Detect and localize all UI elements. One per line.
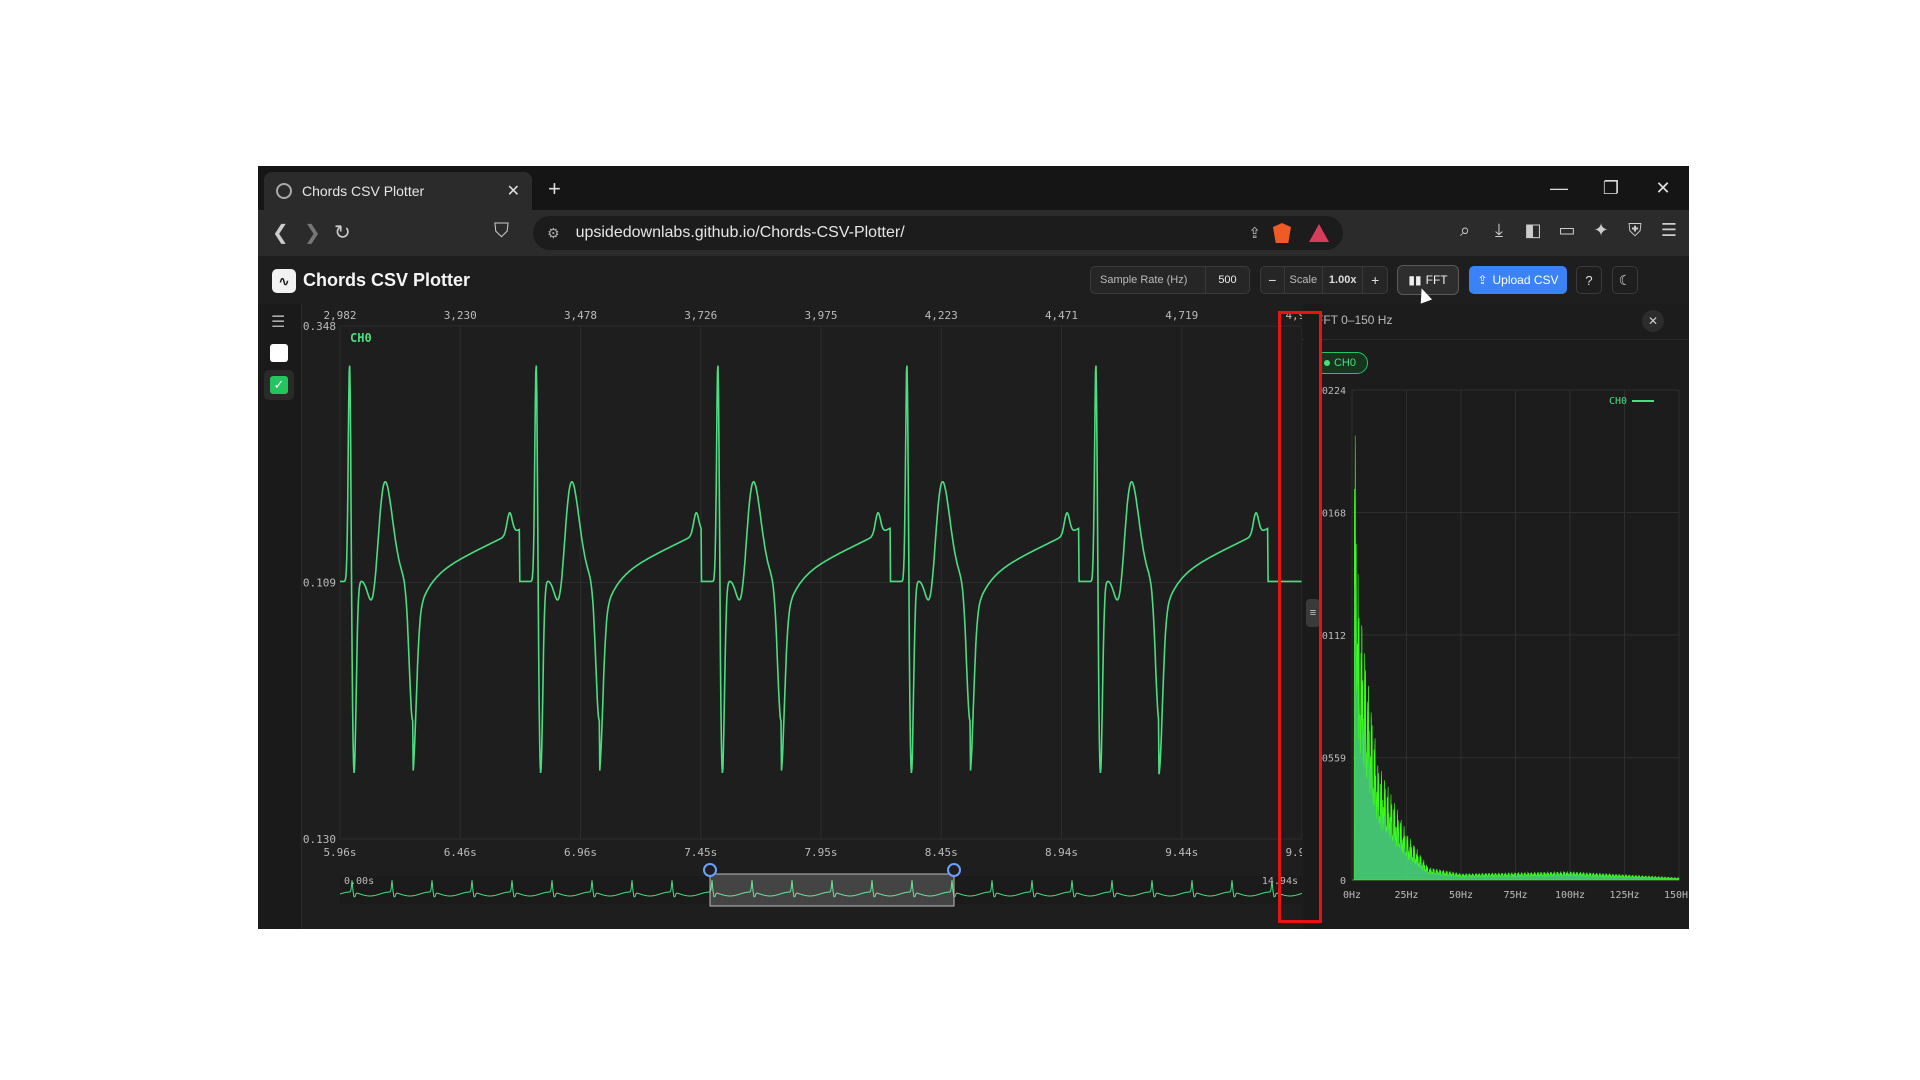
sidebar-icon[interactable]: ◧	[1523, 220, 1543, 241]
bookmark-icon[interactable]: ⛉	[494, 220, 509, 243]
tab-strip: Chords CSV Plotter ✕ + — ❐ ✕	[258, 166, 1689, 210]
y-tick-label: -0.130	[302, 833, 336, 846]
channel-dot-icon	[1323, 360, 1330, 366]
navigation-bar: ❮ ❯ ↻ ⛉ ⚙ upsidedownlabs.github.io/Chord…	[258, 210, 1689, 256]
address-bar[interactable]: ⚙ upsidedownlabs.github.io/Chords-CSV-Pl…	[533, 216, 1343, 250]
share-icon[interactable]: ⇪	[1248, 224, 1261, 242]
scale-label: Scale	[1289, 274, 1318, 286]
x-tick-label: 7.45s	[684, 846, 717, 859]
app-header: ∿ Chords CSV Plotter Sample Rate (Hz) 50…	[258, 256, 1689, 304]
fft-channel-chip-label: CH0	[1333, 357, 1356, 369]
scale-increase-button[interactable]: +	[1363, 267, 1387, 293]
fft-legend-label: CH0	[1609, 396, 1627, 407]
new-tab-button[interactable]: +	[548, 176, 561, 202]
sample-tick-label: 3,230	[444, 309, 477, 322]
back-icon[interactable]: ❮	[272, 220, 289, 245]
sample-tick-label: 4,471	[1045, 309, 1078, 322]
x-tick-label: 6.96s	[564, 846, 597, 859]
channel-checkbox-unchecked[interactable]	[270, 344, 288, 362]
channel-sidebar: ☰ ✓	[258, 304, 302, 929]
browser-tab[interactable]: Chords CSV Plotter ✕	[264, 172, 532, 210]
leo-icon[interactable]: ✦	[1591, 220, 1611, 241]
x-tick-label: 6.46s	[444, 846, 477, 859]
app-logo-icon: ∿	[272, 269, 296, 293]
wallet-icon[interactable]: ▭	[1557, 220, 1577, 241]
url-text[interactable]: upsidedownlabs.github.io/Chords-CSV-Plot…	[576, 224, 1249, 242]
x-tick-label: 8.45s	[925, 846, 958, 859]
sample-tick-label: 4,223	[925, 309, 958, 322]
y-tick-label: 0.348	[303, 320, 336, 333]
highlight-box	[1278, 311, 1322, 923]
sample-tick-label: 3,726	[684, 309, 717, 322]
close-window-icon[interactable]: ✕	[1637, 166, 1689, 210]
restore-icon[interactable]: ❐	[1585, 166, 1637, 210]
tab-title: Chords CSV Plotter	[302, 183, 425, 199]
vpn-icon[interactable]: ⛨	[1625, 220, 1645, 241]
range-handle-right	[947, 863, 961, 877]
x-tick-label: 9.44s	[1165, 846, 1198, 859]
sample-rate-input[interactable]: 500	[1205, 267, 1249, 293]
browser-toolbar: ⌕ ⤓ ◧ ▭ ✦ ⛨ ☰	[1455, 220, 1679, 241]
fft-y-tick-label: 0	[1340, 876, 1346, 887]
moon-icon[interactable]: ☾	[1612, 266, 1638, 294]
window-controls: — ❐ ✕	[1533, 166, 1689, 210]
sample-rate-control: Sample Rate (Hz) 500	[1090, 266, 1250, 294]
overview-selection	[709, 873, 955, 907]
fft-button-label: FFT	[1425, 273, 1448, 287]
upload-icon: ⇪	[1477, 273, 1488, 287]
upload-csv-button[interactable]: ⇪ Upload CSV	[1469, 266, 1567, 294]
scale-control: − Scale 1.00x +	[1260, 266, 1388, 294]
fft-x-tick-label: 75Hz	[1503, 890, 1527, 901]
overview-start-label: 0.00s	[344, 876, 374, 887]
search-tab-icon[interactable]: ⌕	[1455, 220, 1475, 241]
close-tab-icon[interactable]: ✕	[507, 181, 520, 201]
help-button[interactable]: ?	[1576, 266, 1602, 294]
list-icon[interactable]: ☰	[271, 312, 285, 332]
sample-tick-label: 4,719	[1165, 309, 1198, 322]
brave-shields-icon[interactable]	[1273, 223, 1291, 243]
x-tick-label: 8.94s	[1045, 846, 1078, 859]
upload-csv-label: Upload CSV	[1492, 273, 1559, 287]
fft-divider	[1302, 339, 1689, 340]
fft-panel-header: FFT 0–150 Hz	[1316, 313, 1393, 327]
forward-icon[interactable]: ❯	[304, 220, 321, 245]
bar-chart-icon: ▮▮	[1408, 273, 1422, 287]
fft-panel: FFT 0–150 Hz ✕ CH0 0.0224 0.0168 0.0112 0.0…	[1302, 304, 1689, 929]
fft-x-tick-label: 125Hz	[1609, 890, 1639, 901]
fft-x-tick-label: 0Hz	[1343, 890, 1361, 901]
x-tick-label: 7.95s	[804, 846, 837, 859]
main-plot[interactable]: 5.96s 6.46s 6.96s 7.45s 7.95s 8.45s 8.94s 9.44s…	[302, 304, 1304, 929]
fft-x-tick-label: 100Hz	[1555, 890, 1585, 901]
menu-icon[interactable]: ☰	[1659, 220, 1679, 241]
scale-decrease-button[interactable]: −	[1261, 267, 1285, 293]
range-handle-left	[703, 863, 717, 877]
sample-rate-label: Sample Rate (Hz)	[1100, 274, 1188, 286]
fft-chart[interactable]: 0.02240.01680.01120.0055900Hz 25Hz 50Hz 75H…	[1302, 380, 1689, 929]
sample-tick-label: 3,975	[804, 309, 837, 322]
rewards-icon[interactable]	[1309, 224, 1329, 242]
y-tick-label: 0.109	[303, 577, 336, 590]
site-settings-icon[interactable]: ⚙	[547, 225, 560, 242]
channel-label: CH0	[350, 331, 372, 345]
scale-value: 1.00x	[1322, 267, 1364, 293]
fft-x-tick-label: 150Hz	[1664, 890, 1689, 901]
checkmark-icon[interactable]: ✓	[270, 376, 288, 394]
download-icon[interactable]: ⤓	[1489, 220, 1509, 241]
minimize-icon[interactable]: —	[1533, 166, 1585, 210]
sample-tick-label: 3,478	[564, 309, 597, 322]
fft-x-tick-label: 50Hz	[1449, 890, 1473, 901]
channel-toggle-ch0[interactable]: ✓	[264, 370, 294, 400]
browser-window: Chords CSV Plotter ✕ + — ❐ ✕ ❮ ❯ ↻ ⛉ ⚙ u…	[258, 166, 1689, 929]
close-fft-icon[interactable]: ✕	[1642, 310, 1664, 332]
reload-icon[interactable]: ↻	[334, 220, 351, 245]
x-tick-label: 5.96s	[323, 846, 356, 859]
fft-x-tick-label: 25Hz	[1394, 890, 1418, 901]
globe-icon	[276, 183, 292, 199]
app-title: Chords CSV Plotter	[303, 270, 471, 290]
